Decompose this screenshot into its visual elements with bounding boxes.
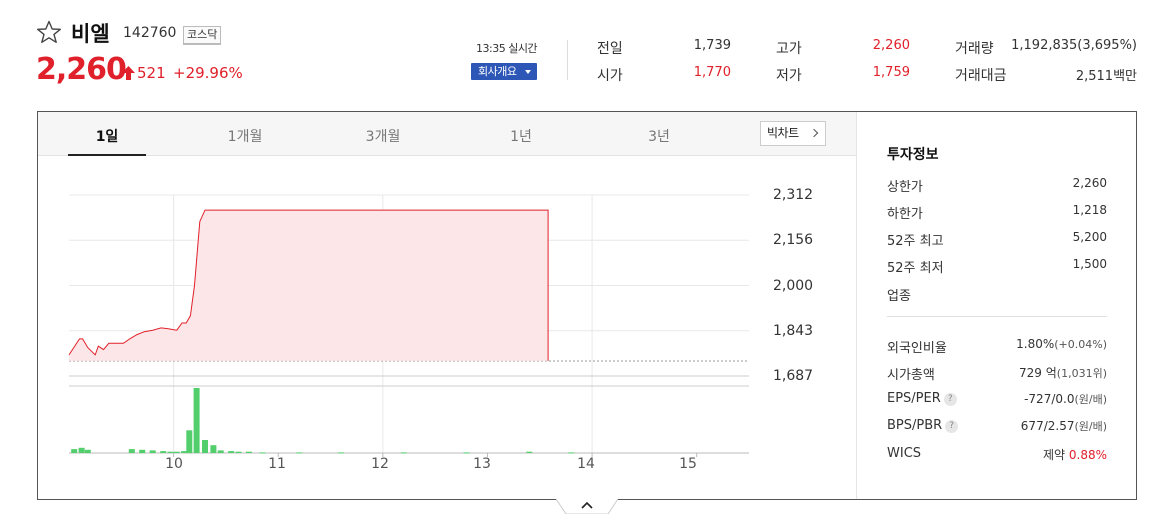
y-tick: 2,156 <box>773 232 814 248</box>
wics-label: WICS <box>887 446 922 461</box>
market-cap-rank: (1,031위) <box>1056 367 1107 380</box>
volume-bar <box>181 451 188 453</box>
volume-bar <box>193 388 200 453</box>
volume-bar <box>235 451 242 453</box>
y-tick: 1,843 <box>773 323 814 339</box>
market-cap-unit: 억 <box>1045 366 1057 380</box>
y-tick: 2,312 <box>773 187 814 203</box>
eps-per-value: -727/0.0 <box>1024 392 1075 406</box>
volume-bar <box>167 451 174 453</box>
collapse-toggle[interactable] <box>556 499 618 514</box>
market-cap: 729 억(1,031위) <box>970 364 1107 381</box>
foreign-ratio: 1.80%(+0.04%) <box>980 337 1107 351</box>
volume-bar <box>160 451 167 453</box>
x-tick: 14 <box>577 456 595 472</box>
info-separator <box>887 316 1107 317</box>
info-title: 투자정보 <box>887 147 939 163</box>
lower-limit-value: 1,218 <box>1072 203 1107 217</box>
upper-limit-value: 2,260 <box>1072 176 1107 190</box>
stock-page: 비엘 142760 코스닥 2,260 521 +29.96% 13:35 실시… <box>0 0 1155 514</box>
volume-bar <box>217 450 224 453</box>
volume-bar <box>202 440 208 453</box>
x-tick: 11 <box>268 456 286 472</box>
volume-bar <box>245 451 252 453</box>
volume-bar <box>186 430 193 454</box>
help-icon[interactable]: ? <box>943 393 957 406</box>
upper-limit-label: 상한가 <box>887 180 923 195</box>
volume-bar <box>296 452 303 454</box>
volume-bar <box>71 449 78 453</box>
bps-pbr-value: 677/2.57 <box>1020 419 1075 433</box>
week52-low-value: 1,500 <box>1072 257 1107 271</box>
market-cap-value: 729 <box>1019 366 1042 380</box>
volume-bar <box>210 445 217 453</box>
volume-bar <box>400 452 407 454</box>
wics[interactable]: 제약 0.88% <box>980 446 1107 463</box>
help-icon[interactable]: ? <box>945 420 959 433</box>
bps-pbr-label: BPS/PBR? <box>887 418 959 433</box>
bps-pbr-label-text: BPS/PBR <box>887 418 943 433</box>
market-cap-label: 시가총액 <box>887 368 935 383</box>
volume-bar <box>139 449 146 454</box>
lower-limit-label: 하한가 <box>887 207 923 222</box>
y-tick: 1,687 <box>773 368 814 384</box>
x-tick: 10 <box>165 456 183 472</box>
intraday-chart <box>68 194 749 457</box>
week52-low-label: 52주 최저 <box>887 261 944 276</box>
volume-bar <box>338 452 344 454</box>
volume-bar <box>526 451 533 453</box>
volume-bar <box>78 447 85 453</box>
volume-bar <box>173 451 180 453</box>
foreign-ratio-label: 외국인비율 <box>887 341 947 356</box>
wics-rate: 0.88% <box>1068 448 1107 462</box>
y-tick: 2,000 <box>773 278 814 294</box>
eps-per-unit: (원/배) <box>1074 393 1107 406</box>
volume-bar <box>149 450 156 453</box>
x-tick: 15 <box>679 456 697 472</box>
week52-high-value: 5,200 <box>1072 230 1107 244</box>
sector-label: 업종 <box>887 289 911 304</box>
volume-bar <box>84 449 91 454</box>
eps-per-label-text: EPS/PER <box>887 391 941 406</box>
volume-bar <box>259 452 266 454</box>
bps-pbr: 677/2.57(원/배) <box>980 418 1107 434</box>
bps-pbr-unit: (원/배) <box>1074 420 1107 433</box>
x-tick: 12 <box>371 456 389 472</box>
foreign-ratio-value: 1.80% <box>1016 337 1055 351</box>
foreign-ratio-change: (+0.04%) <box>1054 338 1107 351</box>
volume-bar <box>128 449 135 453</box>
week52-high-label: 52주 최고 <box>887 234 944 249</box>
eps-per-label: EPS/PER? <box>887 391 957 406</box>
volume-bar <box>228 451 235 453</box>
volume-bar <box>568 452 575 454</box>
wics-sector: 제약 <box>1042 448 1066 462</box>
eps-per: -727/0.0(원/배) <box>980 391 1107 407</box>
volume-bar <box>463 452 470 454</box>
x-tick: 13 <box>473 456 491 472</box>
